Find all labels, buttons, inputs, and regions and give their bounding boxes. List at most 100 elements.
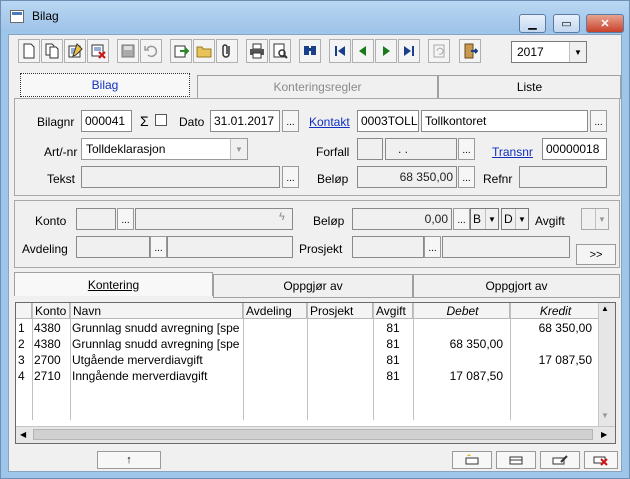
tab-oppgjort-av[interactable]: Oppgjort av <box>413 274 620 298</box>
refnr-field[interactable] <box>519 166 607 188</box>
bilag-window: Bilag ▁ ▭ ✕ 2017 ▼ Bilag Konteringsregle… <box>0 0 630 479</box>
refresh-doc-icon[interactable] <box>428 39 450 63</box>
table-row[interactable]: 4 2710 Inngående merverdiavgift 81 17 087,50 <box>16 368 599 384</box>
d-select[interactable]: D ▼ <box>501 208 529 230</box>
cell-kredit <box>510 368 599 384</box>
tekst-lookup-button[interactable]: ... <box>282 166 299 188</box>
forward-doc-icon[interactable] <box>170 39 192 63</box>
print-icon[interactable] <box>246 39 268 63</box>
undo-icon[interactable] <box>140 39 162 63</box>
delete-doc-icon[interactable] <box>87 39 109 63</box>
maximize-button[interactable]: ▭ <box>553 14 580 33</box>
year-select[interactable]: 2017 ▼ <box>511 41 587 63</box>
transnr-link[interactable]: Transnr <box>492 145 533 159</box>
kontering-grid[interactable]: Konto Navn Avdeling Prosjekt Avgift Debe… <box>15 302 616 444</box>
tab-liste[interactable]: Liste <box>438 75 621 99</box>
col-navn[interactable]: Navn <box>70 303 243 319</box>
line-belop-field[interactable]: 0,00 <box>352 208 452 230</box>
sigma-checkbox[interactable] <box>155 114 167 126</box>
dato-label: Dato <box>179 115 205 129</box>
grid-vscroll[interactable]: ▲ ▼ <box>598 303 615 427</box>
table-row[interactable]: 3 2700 Utgående merverdiavgift 81 17 087,50 <box>16 352 599 368</box>
bilagnr-field[interactable]: 000041 <box>81 110 132 132</box>
prosjekt-name-field[interactable] <box>442 236 570 258</box>
attachment-icon[interactable] <box>216 39 238 63</box>
artnr-select[interactable]: Tolldeklarasjon ▼ <box>81 138 248 160</box>
prosjekt-lookup-button[interactable]: ... <box>424 236 441 258</box>
edit-line-button[interactable] <box>540 451 580 469</box>
tab-oppgjor-av[interactable]: Oppgjør av <box>213 274 413 298</box>
dato-field[interactable]: 31.01.2017 <box>210 110 280 132</box>
kontakt-name-field[interactable]: Tollkontoret <box>421 110 588 132</box>
tab-konteringsregler[interactable]: Konteringsregler <box>197 75 438 99</box>
last-record-icon[interactable] <box>398 39 420 63</box>
delete-line-button[interactable] <box>584 451 618 469</box>
konto-field[interactable] <box>76 208 116 230</box>
cell-prosjekt <box>307 352 373 368</box>
avgift-label: Avgift <box>535 214 565 228</box>
transnr-field[interactable]: 00000018 <box>542 138 607 160</box>
scroll-right-icon[interactable]: ▶ <box>601 430 607 439</box>
kontakt-link[interactable]: Kontakt <box>309 115 350 129</box>
avdeling-lookup-button[interactable]: ... <box>150 236 167 258</box>
line-belop-calc-button[interactable]: ... <box>453 208 470 230</box>
scroll-down-icon[interactable]: ▼ <box>601 411 609 420</box>
col-prosjekt[interactable]: Prosjekt <box>307 303 373 319</box>
forfall-prefix-field[interactable] <box>357 138 383 160</box>
hscroll-thumb[interactable] <box>33 429 593 440</box>
search-binoculars-icon[interactable] <box>299 39 321 63</box>
open-folder-icon[interactable] <box>193 39 215 63</box>
new-doc-icon[interactable] <box>18 39 40 63</box>
konto-name-field[interactable] <box>135 208 293 230</box>
dato-picker-button[interactable]: ... <box>282 110 299 132</box>
avgift-select[interactable]: ▼ <box>581 208 609 230</box>
forfall-picker-button[interactable]: ... <box>458 138 475 160</box>
more-button[interactable]: >> <box>576 244 616 265</box>
chevron-down-icon[interactable]: ▼ <box>569 42 586 62</box>
cell-avgift: 81 <box>386 337 400 351</box>
new-line-button[interactable] <box>452 451 492 469</box>
print-preview-icon[interactable] <box>269 39 291 63</box>
prev-record-icon[interactable] <box>352 39 374 63</box>
kontakt-lookup-button[interactable]: ... <box>590 110 607 132</box>
save-icon[interactable] <box>117 39 139 63</box>
chevron-down-icon[interactable]: ▼ <box>595 209 608 229</box>
table-row[interactable]: 1 4380 Grunnlag snudd avregning [spe 81 68 3… <box>16 320 599 336</box>
col-avgift[interactable]: Avgift <box>373 303 413 319</box>
exit-door-icon[interactable] <box>459 39 481 63</box>
table-row[interactable]: 2 4380 Grunnlag snudd avregning [spe 81 68 3… <box>16 336 599 352</box>
konto-lookup-button[interactable]: ... <box>117 208 134 230</box>
edit-doc-icon[interactable] <box>64 39 86 63</box>
kontakt-code-field[interactable]: 0003TOLL <box>357 110 419 132</box>
avdeling-name-field[interactable] <box>167 236 293 258</box>
next-record-icon[interactable] <box>375 39 397 63</box>
col-avdeling[interactable]: Avdeling <box>243 303 307 319</box>
tab-bilag[interactable]: Bilag <box>20 73 190 97</box>
col-debet[interactable]: Debet <box>413 303 510 319</box>
tekst-field[interactable] <box>81 166 280 188</box>
window-title: Bilag <box>32 9 59 23</box>
refnr-label: Refnr <box>483 172 513 186</box>
scroll-up-icon[interactable]: ▲ <box>601 304 609 313</box>
chevron-down-icon[interactable]: ▼ <box>515 209 528 229</box>
b-select[interactable]: B ▼ <box>470 208 499 230</box>
move-up-button[interactable]: ↑ <box>97 451 161 469</box>
insert-line-button[interactable] <box>496 451 536 469</box>
copy-doc-icon[interactable] <box>41 39 63 63</box>
minimize-button[interactable]: ▁ <box>519 14 546 33</box>
scroll-left-icon[interactable]: ◀ <box>20 430 26 439</box>
forfall-field[interactable]: . . <box>385 138 457 160</box>
belop-calc-button[interactable]: ... <box>458 166 475 188</box>
col-kredit[interactable]: Kredit <box>510 303 599 319</box>
chevron-down-icon[interactable]: ▼ <box>230 139 247 159</box>
col-konto[interactable]: Konto <box>32 303 70 319</box>
close-button[interactable]: ✕ <box>586 14 624 33</box>
cell-kredit <box>510 336 599 352</box>
belop-field[interactable]: 68 350,00 <box>357 166 457 188</box>
avdeling-field[interactable] <box>76 236 150 258</box>
first-record-icon[interactable] <box>329 39 351 63</box>
grid-hscroll[interactable]: ◀ ▶ <box>16 426 615 443</box>
tab-kontering[interactable]: Kontering <box>14 272 213 296</box>
prosjekt-field[interactable] <box>352 236 424 258</box>
chevron-down-icon[interactable]: ▼ <box>485 209 498 229</box>
